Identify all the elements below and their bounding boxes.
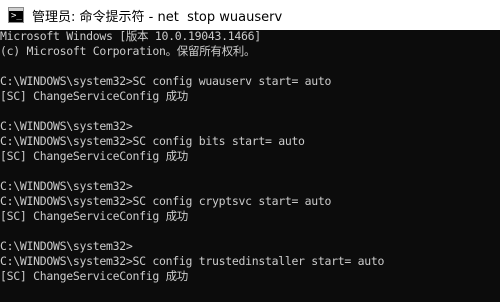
console-line: C:\WINDOWS\system32>SC config cryptsvc s…: [0, 194, 332, 208]
window-title: 管理员: 命令提示符 - net stop wuauserv: [32, 9, 283, 25]
console-line: [SC] ChangeServiceConfig 成功: [0, 269, 188, 283]
console-line: [SC] ChangeServiceConfig 成功: [0, 149, 188, 163]
console-line: [SC] ChangeServiceConfig 成功: [0, 209, 188, 223]
console-line: C:\WINDOWS\system32>: [0, 119, 133, 133]
console-line: C:\WINDOWS\system32>SC config wuauserv s…: [0, 74, 332, 88]
console-line: C:\WINDOWS\system32>SC config bits start…: [0, 134, 305, 148]
cmd-icon: >_: [8, 7, 24, 23]
console-line: C:\WINDOWS\system32>: [0, 239, 133, 253]
console-line: Microsoft Windows [版本 10.0.19043.1466]: [0, 30, 261, 43]
title-bar[interactable]: >_ 管理员: 命令提示符 - net stop wuauserv: [0, 0, 500, 30]
console-line: C:\WINDOWS\system32>: [0, 179, 133, 193]
console-line: (c) Microsoft Corporation。保留所有权利。: [0, 44, 256, 58]
console-output[interactable]: Microsoft Windows [版本 10.0.19043.1466] (…: [0, 30, 500, 302]
console-line: [SC] ChangeServiceConfig 成功: [0, 89, 188, 103]
console-line: C:\WINDOWS\system32>SC config trustedins…: [0, 254, 385, 268]
